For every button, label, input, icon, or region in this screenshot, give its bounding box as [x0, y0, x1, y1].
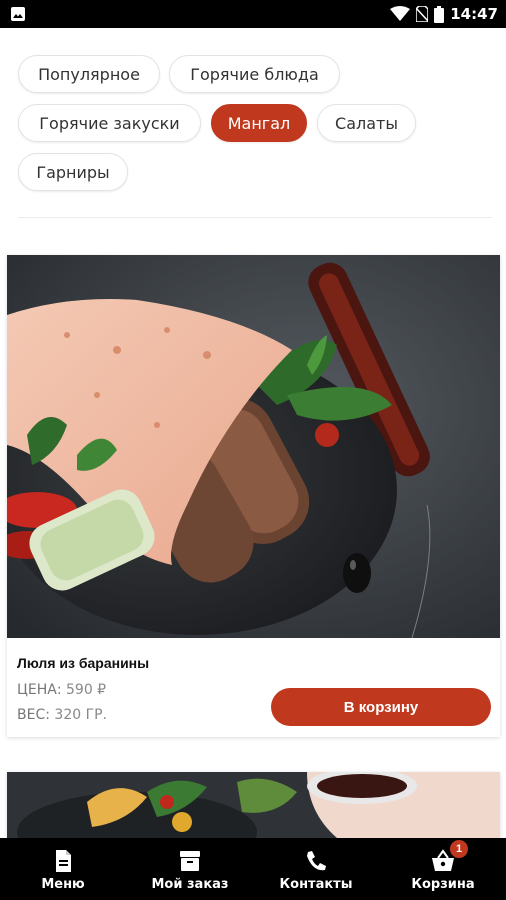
product-photo-illustration [7, 255, 500, 638]
nav-label-cart: Корзина [411, 877, 475, 892]
weight-value: 320 ГР. [54, 707, 108, 723]
weight-label: ВЕС: [17, 707, 50, 723]
price-label: ЦЕНА: [17, 682, 62, 698]
add-to-cart-button[interactable]: В корзину [271, 688, 491, 726]
battery-icon [434, 5, 445, 23]
status-bar: 14:47 [0, 0, 506, 28]
category-chip-salads[interactable]: Салаты [317, 104, 416, 142]
divider [18, 217, 492, 218]
product-card[interactable]: Люля из баранины ЦЕНА: 590 ₽ ВЕС: 320 ГР… [7, 255, 500, 737]
nav-label-menu: Меню [41, 877, 85, 892]
nav-label-contacts: Контакты [279, 877, 353, 892]
nav-item-contacts[interactable]: Контакты [272, 838, 360, 900]
cart-count-badge: 1 [450, 840, 468, 858]
product-card-next[interactable] [7, 772, 500, 838]
category-chip-hot-dishes[interactable]: Горячие блюда [169, 55, 340, 93]
archive-box-icon [177, 848, 203, 874]
nav-label-my-order: Мой заказ [151, 877, 229, 892]
document-icon [50, 848, 76, 874]
category-chip-hot-appetizers[interactable]: Горячие закуски [18, 104, 201, 142]
nav-item-cart[interactable]: 1 Корзина [405, 838, 481, 900]
product-photo[interactable] [7, 255, 500, 638]
status-time: 14:47 [450, 5, 498, 23]
category-chip-grill[interactable]: Мангал [211, 104, 307, 142]
basket-icon: 1 [430, 840, 468, 874]
nav-item-my-order[interactable]: Мой заказ [144, 838, 236, 900]
bottom-navigation: Меню Мой заказ Контакты 1 Корзина [0, 838, 506, 900]
product-weight: ВЕС: 320 ГР. [17, 707, 107, 723]
wifi-icon [390, 6, 411, 21]
nav-item-menu[interactable]: Меню [30, 838, 96, 900]
price-value: 590 ₽ [66, 682, 107, 698]
no-sim-icon [416, 6, 429, 22]
category-chip-sides[interactable]: Гарниры [18, 153, 128, 191]
category-chip-popular[interactable]: Популярное [18, 55, 160, 93]
image-notification-icon [11, 7, 25, 21]
product-price: ЦЕНА: 590 ₽ [17, 682, 106, 698]
product-photo-next [7, 772, 500, 838]
product-title: Люля из баранины [17, 655, 150, 671]
phone-icon [303, 848, 329, 874]
